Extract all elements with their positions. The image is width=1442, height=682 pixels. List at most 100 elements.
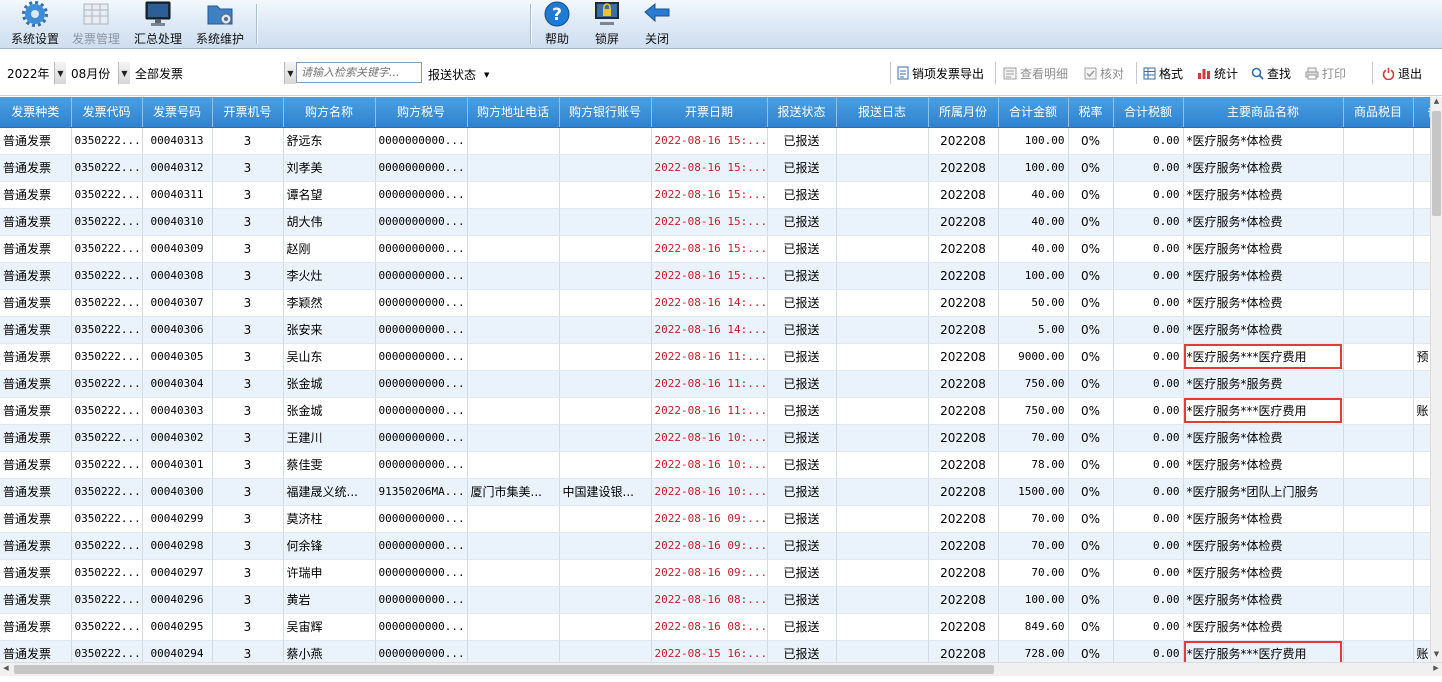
table-row[interactable]: 普通发票 0350222... 00040302 3 王建川 0000000000... 2…	[0, 424, 1430, 452]
month-select[interactable]: 08月份 ▼	[66, 62, 130, 84]
column-header[interactable]: 备	[1413, 97, 1430, 128]
table-row[interactable]: 普通发票 0350222... 00040307 3 李颖然 0000000000... 2…	[0, 289, 1430, 317]
cell-code: 0350222...	[71, 559, 143, 587]
column-header[interactable]: 合计金额	[998, 97, 1069, 128]
table-row[interactable]: 普通发票 0350222... 00040298 3 何余锋 0000000000... 2…	[0, 532, 1430, 560]
cell-goods: *医疗服务***医疗费用	[1183, 343, 1344, 371]
cell-note	[1413, 127, 1430, 155]
column-header[interactable]: 报送状态	[767, 97, 837, 128]
cell-month: 202208	[928, 532, 999, 560]
system-maintenance-button[interactable]: 系统维护	[192, 1, 248, 47]
scroll-right-icon[interactable]: ▶	[1430, 664, 1442, 676]
cell-item	[1343, 559, 1414, 587]
summary-processing-button[interactable]: 汇总处理	[130, 1, 186, 47]
table-row[interactable]: 普通发票 0350222... 00040295 3 吴宙辉 0000000000... 2…	[0, 613, 1430, 641]
print-button[interactable]: 打印	[1305, 64, 1346, 82]
export-items-button[interactable]: 销项发票导出	[897, 64, 984, 82]
cell-addr	[467, 451, 560, 479]
cell-goods: *医疗服务*团队上门服务	[1183, 478, 1344, 506]
invoice-management-button[interactable]: 发票管理	[68, 1, 124, 47]
cell-amount: 40.00	[998, 208, 1069, 236]
table-row[interactable]: 普通发票 0350222... 00040301 3 蔡佳雯 0000000000... 2…	[0, 451, 1430, 479]
column-header[interactable]: 购方银行账号	[559, 97, 652, 128]
scroll-up-icon[interactable]: ▲	[1431, 97, 1442, 109]
cell-date: 2022-08-15 16:...	[651, 640, 768, 662]
column-header[interactable]: 发票号码	[142, 97, 213, 128]
column-header[interactable]: 主要商品名称	[1183, 97, 1344, 128]
table-row[interactable]: 普通发票 0350222... 00040297 3 许瑞申 0000000000... 2…	[0, 559, 1430, 587]
column-header[interactable]: 报送日志	[836, 97, 929, 128]
table-row[interactable]: 普通发票 0350222... 00040299 3 莫济柱 0000000000... 2…	[0, 505, 1430, 533]
column-header[interactable]: 发票种类	[0, 97, 72, 128]
cell-tax-id: 0000000000...	[375, 424, 468, 452]
year-select[interactable]: 2022年 ▼	[2, 62, 66, 84]
format-button[interactable]: 格式	[1143, 64, 1183, 82]
cell-bank	[559, 181, 652, 209]
cell-rate: 0%	[1068, 397, 1114, 425]
exit-button[interactable]: 退出	[1382, 64, 1422, 82]
chevron-down-icon[interactable]: ▼	[284, 62, 296, 84]
table-row[interactable]: 普通发票 0350222... 00040308 3 李火灶 0000000000... 2…	[0, 262, 1430, 290]
cell-tax: 0.00	[1113, 370, 1184, 398]
lock-screen-button[interactable]: 锁屏	[590, 1, 624, 47]
cell-item	[1343, 127, 1414, 155]
table-row[interactable]: 普通发票 0350222... 00040296 3 黄岩 0000000000... 20…	[0, 586, 1430, 614]
cell-bank	[559, 424, 652, 452]
horizontal-scrollbar[interactable]: ◀ ▶	[0, 662, 1442, 676]
cell-buyer: 舒远东	[283, 127, 376, 155]
table-row[interactable]: 普通发票 0350222... 00040304 3 张金城 0000000000... 2…	[0, 370, 1430, 398]
column-header[interactable]: 购方税号	[375, 97, 468, 128]
table-row[interactable]: 普通发票 0350222... 00040294 3 蔡小燕 0000000000... 2…	[0, 640, 1430, 662]
cell-number: 00040297	[142, 559, 213, 587]
toolbar-separator	[1372, 62, 1373, 84]
cell-item	[1343, 316, 1414, 344]
column-header[interactable]: 开票机号	[212, 97, 284, 128]
vertical-scrollbar[interactable]: ▲ ▼	[1430, 97, 1442, 662]
column-header[interactable]: 税率	[1068, 97, 1114, 128]
view-details-button[interactable]: 查看明细	[1003, 64, 1068, 82]
help-button[interactable]: ? 帮助	[540, 1, 574, 47]
scroll-down-icon[interactable]: ▼	[1431, 650, 1442, 662]
cell-item	[1343, 424, 1414, 452]
table-row[interactable]: 普通发票 0350222... 00040305 3 吴山东 0000000000... 2…	[0, 343, 1430, 371]
cell-goods: *医疗服务*体检费	[1183, 559, 1344, 587]
table-row[interactable]: 普通发票 0350222... 00040310 3 胡大伟 0000000000... 2…	[0, 208, 1430, 236]
column-header[interactable]: 购方地址电话	[467, 97, 560, 128]
cell-date: 2022-08-16 10:...	[651, 451, 768, 479]
invoice-scope-select[interactable]: 全部发票 ▼	[130, 62, 296, 84]
statistics-button[interactable]: 统计	[1197, 64, 1238, 82]
table-row[interactable]: 普通发票 0350222... 00040311 3 谭名望 0000000000... 2…	[0, 181, 1430, 209]
system-settings-button[interactable]: 系统设置	[8, 1, 62, 47]
cell-date: 2022-08-16 15:...	[651, 208, 768, 236]
vertical-scroll-thumb[interactable]	[1432, 111, 1441, 216]
column-header[interactable]: 购方名称	[283, 97, 376, 128]
cell-amount: 9000.00	[998, 343, 1069, 371]
cell-goods: *医疗服务***医疗费用	[1183, 640, 1344, 662]
cell-kind: 普通发票	[0, 424, 72, 452]
horizontal-scroll-thumb[interactable]	[14, 665, 994, 674]
table-row[interactable]: 普通发票 0350222... 00040303 3 张金城 0000000000... 2…	[0, 397, 1430, 425]
column-header[interactable]: 商品税目	[1343, 97, 1414, 128]
report-status-dropdown[interactable]: 报送状态 ▼	[428, 66, 489, 83]
column-header[interactable]: 所属月份	[928, 97, 999, 128]
cell-rate: 0%	[1068, 640, 1114, 662]
cell-kind: 普通发票	[0, 478, 72, 506]
cell-machine: 3	[212, 424, 284, 452]
table-row[interactable]: 普通发票 0350222... 00040309 3 赵刚 0000000000... 20…	[0, 235, 1430, 263]
close-button[interactable]: 关闭	[640, 1, 674, 47]
table-row[interactable]: 普通发票 0350222... 00040312 3 刘孝美 0000000000... 2…	[0, 154, 1430, 182]
chevron-down-icon[interactable]: ▼	[118, 62, 130, 84]
column-header[interactable]: 合计税额	[1113, 97, 1184, 128]
table-row[interactable]: 普通发票 0350222... 00040306 3 张安来 0000000000... 2…	[0, 316, 1430, 344]
scroll-left-icon[interactable]: ◀	[0, 664, 12, 676]
column-header[interactable]: 开票日期	[651, 97, 768, 128]
cell-rate: 0%	[1068, 262, 1114, 290]
chevron-down-icon[interactable]: ▼	[54, 62, 66, 84]
table-row[interactable]: 普通发票 0350222... 00040313 3 舒远东 0000000000... 2…	[0, 127, 1430, 155]
verify-button[interactable]: 核对	[1084, 64, 1124, 82]
cell-month: 202208	[928, 154, 999, 182]
search-input[interactable]	[296, 62, 422, 83]
find-button[interactable]: 查找	[1251, 64, 1291, 82]
column-header[interactable]: 发票代码	[71, 97, 143, 128]
table-row[interactable]: 普通发票 0350222... 00040300 3 福建晟义统... 91350206M…	[0, 478, 1430, 506]
